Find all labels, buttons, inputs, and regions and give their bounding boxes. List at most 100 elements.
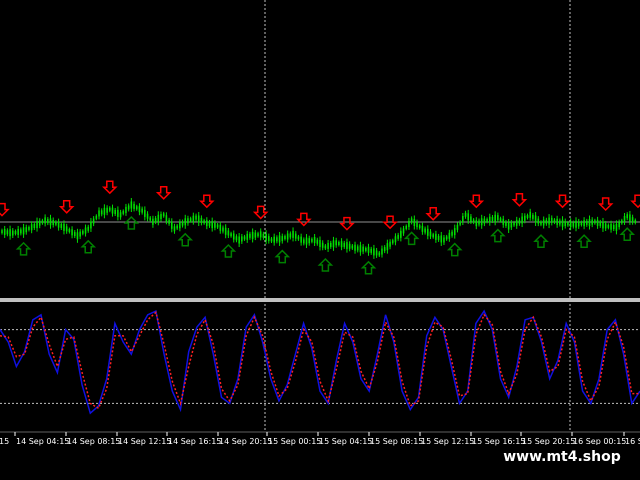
candle-body: [82, 230, 84, 234]
candle-body: [524, 215, 526, 221]
candle-body: [394, 236, 397, 243]
candle-body: [375, 250, 378, 256]
candle-body: [383, 247, 386, 252]
chart-root: 15 14 Sep 04:1514 Sep 08:1514 Sep 12:1514…: [0, 0, 640, 480]
candle-body: [612, 225, 615, 230]
candle-body: [462, 216, 464, 222]
candle-body: [534, 215, 537, 223]
time-tick-label: 14 Sep 12:15: [118, 437, 171, 446]
candle-body: [580, 222, 583, 226]
candle-body: [629, 214, 631, 222]
candle-body: [610, 223, 612, 230]
candle-body: [494, 214, 496, 222]
candle-body: [572, 222, 575, 227]
candle-body: [429, 231, 432, 237]
candle-body: [197, 215, 200, 223]
candle-body: [426, 228, 429, 236]
candle-body: [238, 236, 240, 244]
candle-body: [604, 223, 607, 229]
candle-body: [47, 219, 49, 224]
candle-body: [621, 220, 623, 224]
candle-body: [594, 220, 596, 224]
candle-body: [100, 210, 103, 215]
candle-body: [211, 221, 214, 229]
candle-body: [453, 228, 456, 236]
candle-body: [184, 218, 187, 226]
candle-body: [548, 217, 550, 225]
candle-body: [467, 213, 470, 221]
candle-body: [365, 247, 367, 251]
candle-body: [87, 226, 90, 231]
candle-body: [596, 219, 599, 226]
candle-body: [510, 222, 513, 228]
candle-body: [537, 218, 540, 224]
candle-body: [6, 230, 9, 235]
candle-body: [60, 224, 63, 228]
candle-body: [488, 216, 491, 223]
time-tick-label: 15 Sep 00:15: [268, 437, 321, 446]
candle-body: [456, 224, 459, 230]
candle-body: [356, 246, 359, 251]
candle-body: [435, 233, 437, 240]
candle-body: [9, 229, 11, 237]
candle-body: [49, 218, 52, 226]
candle-body: [626, 214, 629, 219]
time-tick-label: 14 Sep 20:15: [219, 437, 272, 446]
candle-body: [507, 222, 510, 230]
candle-body: [556, 218, 558, 225]
time-tick-label: 15 Sep 12:15: [421, 437, 474, 446]
candle-body: [195, 215, 197, 220]
candle-body: [286, 233, 289, 240]
candle-body: [192, 215, 195, 222]
candle-body: [232, 233, 235, 240]
candle-body: [599, 221, 602, 226]
time-tick-label: 15: [0, 437, 9, 446]
candle-body: [515, 219, 518, 226]
candle-body: [216, 224, 219, 228]
candle-body: [362, 246, 364, 252]
candle-body: [44, 217, 46, 224]
candle-body: [206, 220, 208, 227]
candle-body: [125, 206, 127, 213]
candle-body: [351, 245, 354, 249]
candle-body: [478, 220, 480, 225]
candle-body: [3, 228, 6, 235]
candle-body: [389, 241, 391, 247]
candle-body: [567, 222, 569, 226]
candle-body: [122, 210, 125, 214]
time-tick-label: 14 Sep 16:15: [168, 437, 221, 446]
candle-body: [170, 221, 173, 229]
candle-body: [437, 235, 440, 240]
candle-body: [529, 211, 532, 218]
candle-body: [623, 216, 626, 222]
candle-body: [76, 232, 79, 240]
candle-body: [106, 207, 108, 213]
candle-body: [416, 222, 418, 228]
candle-body: [249, 233, 251, 238]
candle-body: [114, 210, 116, 214]
candle-body: [386, 243, 389, 251]
candle-body: [28, 226, 30, 230]
candle-body: [335, 240, 337, 246]
candle-body: [55, 221, 57, 225]
candle-body: [359, 245, 362, 253]
candle-body: [133, 203, 135, 209]
candle-body: [583, 220, 585, 227]
candle-body: [25, 227, 28, 233]
candle-body: [421, 225, 424, 232]
candle-body: [311, 238, 313, 242]
candle-body: [577, 221, 580, 227]
candle-body: [200, 217, 203, 223]
time-tick-label: 14 Sep 08:15: [67, 437, 120, 446]
time-tick-label: 15 Sep 04:15: [319, 437, 372, 446]
time-tick-label: 14 Sep 04:15: [16, 437, 69, 446]
candle-body: [71, 229, 73, 236]
candle-body: [130, 201, 133, 209]
candle-body: [513, 222, 515, 226]
time-tick-label: 15 Sep 08:15: [370, 437, 423, 446]
candle-body: [518, 219, 521, 224]
candle-body: [615, 223, 618, 231]
candle-body: [246, 233, 249, 240]
candle-body: [445, 236, 448, 240]
candle-body: [340, 241, 343, 248]
